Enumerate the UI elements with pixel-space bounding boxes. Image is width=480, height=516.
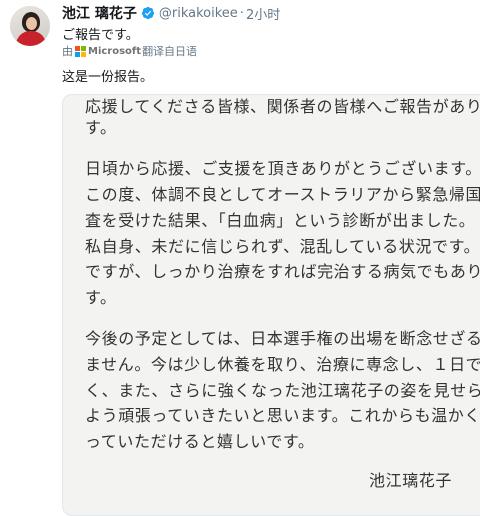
tweet-text: ご報告です。 xyxy=(62,28,139,43)
image-text-line: 査を受けた結果、「白血病」という診断が出ました。 xyxy=(85,211,476,230)
translation-attribution[interactable]: 由 Microsoft 翻译自日语 xyxy=(62,44,197,58)
image-text-line: す。 xyxy=(85,118,117,137)
image-text-line: 日頃から応援、ご支援を頂きありがとうございます。 xyxy=(85,159,480,178)
verified-badge-icon xyxy=(141,6,154,20)
microsoft-logo-icon xyxy=(75,45,86,57)
separator-dot: · xyxy=(239,5,244,21)
image-text-line: 今後の予定としては、日本選手権の出場を断念せざるを得 xyxy=(85,329,480,348)
image-text-line: 応援してくださる皆様、関係者の皆様へご報告があります xyxy=(85,97,480,116)
attached-image[interactable]: 応援してくださる皆様、関係者の皆様へご報告があります す。 日頃から応援、ご支援… xyxy=(62,94,480,516)
avatar[interactable] xyxy=(10,6,50,46)
user-handle[interactable]: @rikakoikee xyxy=(159,6,238,21)
image-text-line: く、また、さらに強くなった池江璃花子の姿を見せられる xyxy=(85,381,480,400)
tweet: 池江 璃花子 @rikakoikee · 2小时 ご報告です。 由 Micros… xyxy=(0,0,480,516)
image-text-line: す。 xyxy=(85,288,117,307)
image-text-line: この度、体調不良としてオーストラリアから緊急帰国し検 xyxy=(85,185,480,204)
translate-prefix: 由 xyxy=(62,45,73,58)
signature: 池江璃花子 xyxy=(369,471,453,490)
translated-text: 这是一份报告。 xyxy=(62,70,154,85)
translate-suffix: 翻译自日语 xyxy=(142,45,198,58)
display-name[interactable]: 池江 璃花子 xyxy=(62,3,137,23)
image-text-line: っていただけると嬉しいです。 xyxy=(85,432,315,451)
translate-brand: Microsoft xyxy=(88,45,142,57)
image-text-line: よう頑張っていきたいと思います。これからも温かく見守 xyxy=(85,406,480,425)
tweet-header: 池江 璃花子 @rikakoikee · 2小时 xyxy=(62,3,280,23)
image-text-line: 私自身、未だに信じられず、混乱している状況です。 xyxy=(85,237,480,256)
image-text-line: ですが、しっかり治療をすれば完治する病気でもありま xyxy=(85,262,480,281)
image-text-line: ません。今は少し休養を取り、治療に専念し、１日でも早 xyxy=(85,355,480,374)
timestamp[interactable]: 2小时 xyxy=(246,4,280,23)
